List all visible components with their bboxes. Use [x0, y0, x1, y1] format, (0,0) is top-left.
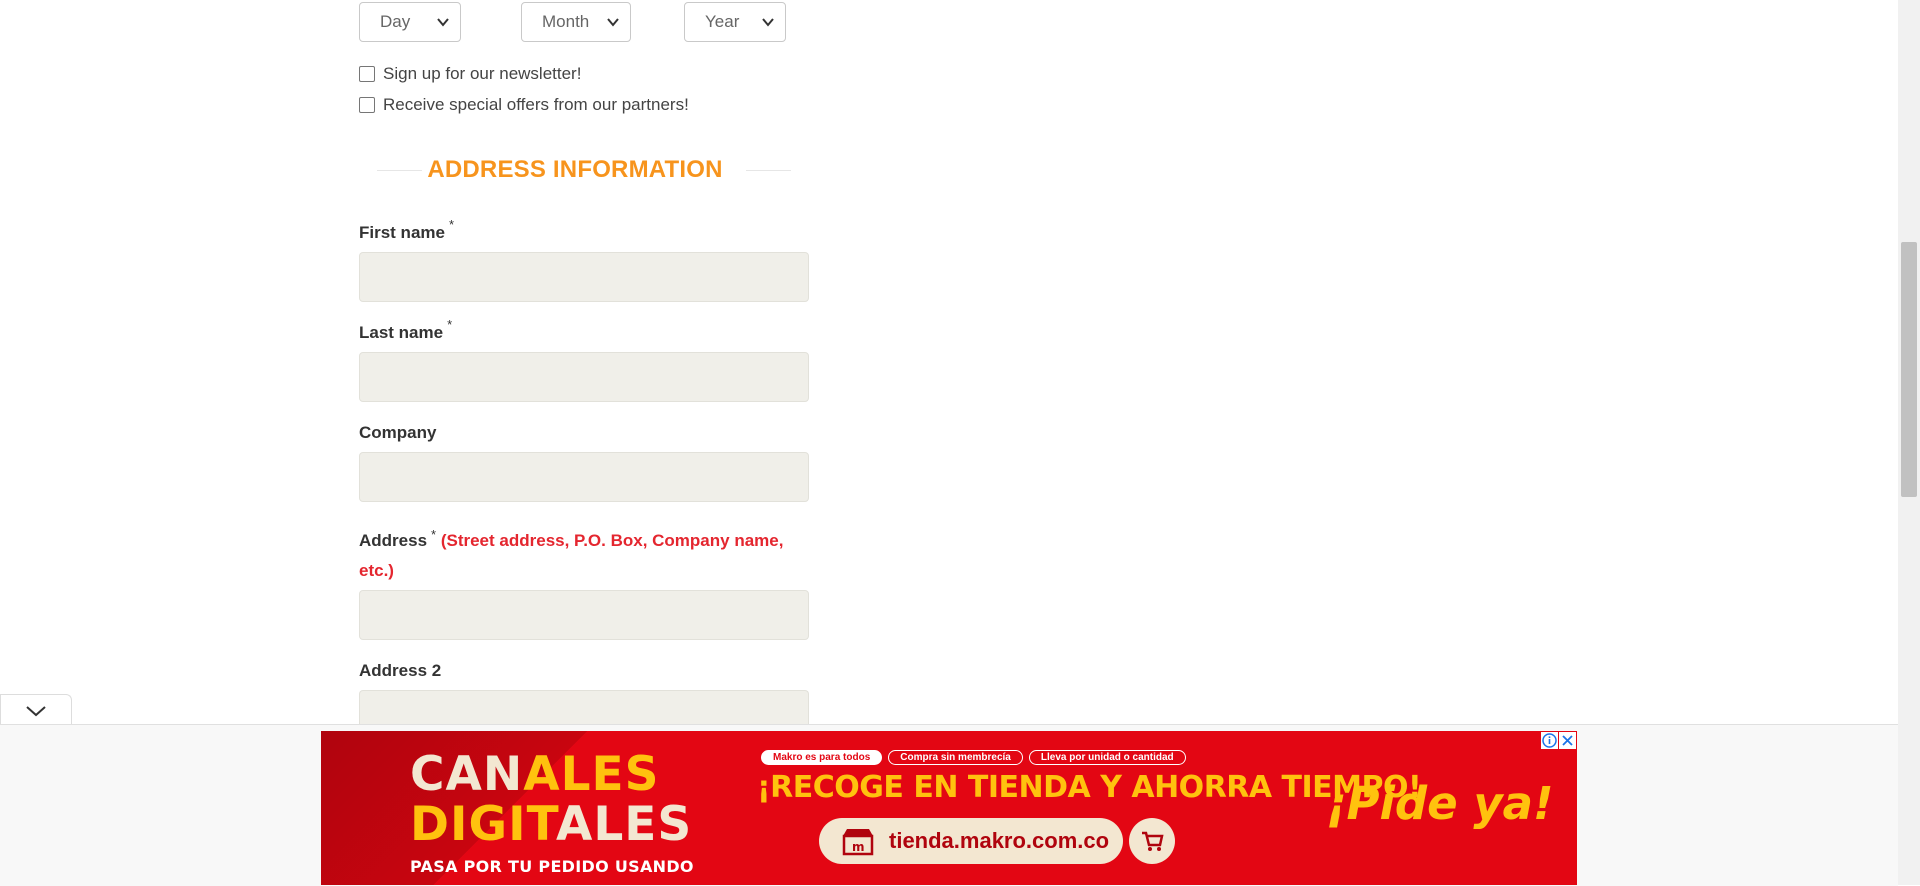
ad-headline: ¡RECOGE EN TIENDA Y AHORRA TIEMPO! [757, 770, 1422, 805]
ad-pill: Compra sin membrecía [888, 750, 1023, 765]
chevron-down-icon [762, 18, 774, 27]
partners-label[interactable]: Receive special offers from our partners… [383, 95, 689, 115]
ad-brand-line-1-a: CAN [410, 747, 524, 802]
address-label: Address * (Street address, P.O. Box, Comp… [359, 526, 809, 586]
ad-pills: Makro es para todos Compra sin membrecía… [761, 750, 1186, 765]
chevron-down-icon [607, 18, 619, 27]
company-label: Company [359, 423, 436, 443]
newsletter-checkbox[interactable] [359, 66, 375, 82]
close-icon [1562, 735, 1573, 746]
page-scrollbar[interactable] [1898, 0, 1920, 885]
partners-checkbox[interactable] [359, 97, 375, 113]
birth-month-value: Month [542, 12, 590, 31]
required-marker: * [431, 527, 437, 542]
address2-label-text: Address 2 [359, 661, 442, 680]
svg-text:m: m [852, 840, 865, 854]
birth-month-select[interactable]: Month [521, 2, 631, 42]
first-name-label-text: First name [359, 223, 445, 242]
partners-option: Receive special offers from our partners… [359, 95, 689, 115]
company-input[interactable] [359, 452, 809, 502]
birth-year-select[interactable]: Year [684, 2, 786, 42]
birth-year-value: Year [705, 12, 740, 31]
first-name-label: First name * [359, 217, 454, 243]
cart-icon [1142, 831, 1164, 851]
store-icon: m [842, 829, 874, 856]
ad-pill: Lleva por unidad o cantidad [1028, 750, 1186, 765]
ad-cart-button[interactable] [1129, 818, 1175, 864]
ad-brand-line-2: DIGITALES [410, 801, 692, 848]
ad-brand-subtitle: PASA POR TU PEDIDO USANDO [410, 857, 694, 876]
ad-pill: Makro es para todos [761, 750, 883, 765]
address-section-title: ADDRESS INFORMATION [427, 156, 723, 183]
first-name-input[interactable] [359, 252, 809, 302]
ad-url-pill[interactable]: m tienda.makro.com.co [819, 818, 1123, 864]
newsletter-option: Sign up for our newsletter! [359, 64, 581, 84]
ad-info-button[interactable] [1541, 732, 1558, 749]
address-section-heading: ADDRESS INFORMATION [359, 150, 791, 190]
birth-day-value: Day [380, 12, 411, 31]
last-name-input[interactable] [359, 352, 809, 402]
makro-ad-banner[interactable]: CANALES DIGITALES PASA POR TU PEDIDO USA… [321, 731, 1577, 885]
ad-brand-line-1: CANALES [410, 751, 659, 798]
chevron-down-icon [437, 18, 449, 27]
ad-brand-line-1-b: ALES [523, 747, 660, 802]
company-label-text: Company [359, 423, 437, 442]
birth-day-select[interactable]: Day [359, 2, 461, 42]
ad-close-button[interactable] [1559, 732, 1576, 749]
heading-divider-left [377, 170, 422, 171]
ad-collapse-toggle[interactable] [0, 694, 72, 724]
scrollbar-thumb[interactable] [1901, 242, 1917, 497]
required-marker: * [448, 217, 455, 232]
address2-label: Address 2 [359, 661, 441, 681]
ad-cta[interactable]: ¡Pide ya! [1326, 777, 1554, 830]
info-icon [1542, 733, 1557, 748]
address-label-text: Address [359, 531, 428, 550]
last-name-label-text: Last name [359, 323, 444, 342]
ad-url: tienda.makro.com.co [889, 828, 1110, 853]
heading-divider-right [746, 170, 791, 171]
ad-brand-line-2-b: ALES [555, 797, 693, 852]
last-name-label: Last name * [359, 317, 452, 343]
address2-input[interactable] [359, 690, 809, 724]
required-marker: * [447, 317, 453, 332]
address-input[interactable] [359, 590, 809, 640]
newsletter-label[interactable]: Sign up for our newsletter! [383, 64, 581, 84]
ad-brand-line-2-a: DIGIT [410, 797, 556, 852]
chevron-down-icon [26, 706, 46, 717]
